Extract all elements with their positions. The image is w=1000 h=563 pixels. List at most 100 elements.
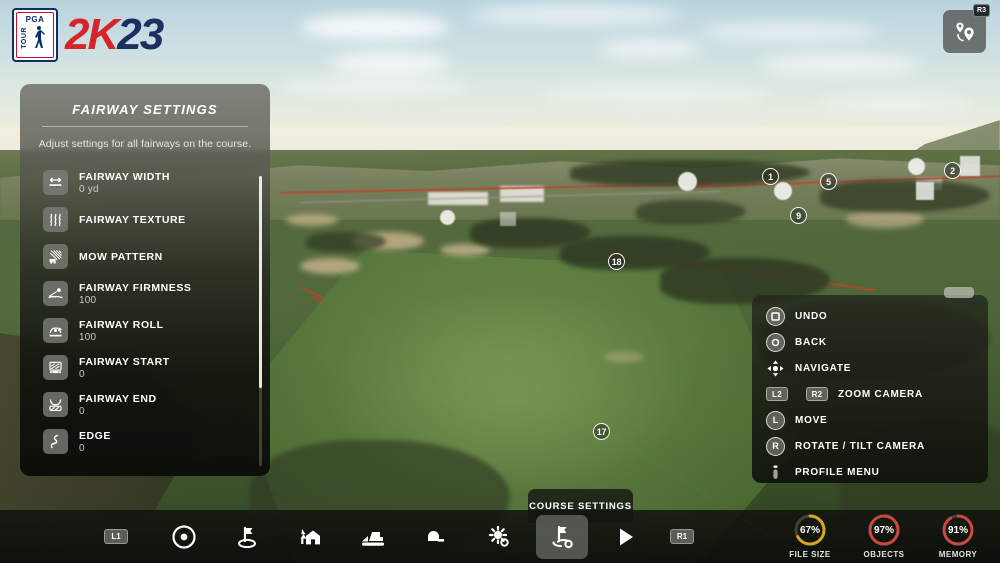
gauge-ring: 91% bbox=[941, 513, 975, 547]
control-hint-undo: UNDO bbox=[752, 303, 988, 329]
cloud bbox=[820, 96, 970, 112]
right-bumper-hint: R1 bbox=[662, 515, 702, 559]
button-r2[interactable]: R2 bbox=[806, 387, 828, 401]
placed-object[interactable] bbox=[440, 210, 455, 225]
toolbar-items: L1 R1 bbox=[96, 510, 713, 563]
gauge-label: OBJECTS bbox=[863, 550, 905, 559]
hole-marker-18[interactable]: 18 bbox=[608, 253, 625, 270]
r1-button[interactable]: R1 bbox=[670, 529, 694, 544]
setting-text: FAIRWAY END 0 bbox=[79, 393, 157, 417]
setting-row-fairway-start[interactable]: FAIRWAY START 0 bbox=[20, 349, 270, 386]
setting-text: MOW PATTERN bbox=[79, 251, 163, 263]
setting-text: FAIRWAY FIRMNESS 100 bbox=[79, 282, 191, 306]
pga-tour-badge: PGA TOUR bbox=[12, 8, 58, 62]
setting-label: MOW PATTERN bbox=[79, 250, 163, 263]
button-l2[interactable]: L2 bbox=[766, 387, 788, 401]
game-logo: PGA TOUR 2K23 bbox=[12, 8, 164, 62]
panel-title: FAIRWAY SETTINGS bbox=[72, 102, 218, 117]
toolbar-item-weather[interactable] bbox=[473, 515, 525, 559]
setting-row-edge[interactable]: EDGE 0 bbox=[20, 423, 270, 460]
fairway-settings-panel[interactable]: FAIRWAY SETTINGS Adjust settings for all… bbox=[20, 84, 270, 476]
bottom-toolbar: L1 R1 67% FILE SIZE 97% OBJECTS 91% MEMO… bbox=[0, 510, 1000, 563]
minimap-button[interactable]: R3 bbox=[943, 4, 990, 53]
setting-row-fairway-firmness[interactable]: FAIRWAY FIRMNESS 100 bbox=[20, 275, 270, 312]
toolbar-item-trees-house[interactable] bbox=[284, 515, 336, 559]
setting-text: FAIRWAY START 0 bbox=[79, 356, 170, 380]
placed-object[interactable] bbox=[774, 182, 792, 200]
panel-scrollbar-track[interactable] bbox=[259, 176, 262, 466]
hole-marker-5[interactable]: 5 bbox=[820, 173, 837, 190]
logo-text: 2K23 bbox=[65, 10, 164, 59]
setting-label: FAIRWAY ROLL bbox=[79, 318, 164, 331]
setting-label: EDGE bbox=[79, 429, 111, 442]
control-hint-label: ROTATE / TILT CAMERA bbox=[795, 440, 925, 452]
button-circle[interactable] bbox=[766, 332, 785, 352]
setting-label: FAIRWAY WIDTH bbox=[79, 170, 170, 183]
bunker bbox=[300, 258, 360, 274]
setting-value: 0 yd bbox=[79, 183, 99, 195]
settings-list: FAIRWAY WIDTH 0 yd FAIRWAY TEXTURE MOW PATT… bbox=[20, 162, 270, 460]
setting-row-fairway-roll[interactable]: FAIRWAY ROLL 100 bbox=[20, 312, 270, 349]
hole-marker-1[interactable]: 1 bbox=[762, 168, 779, 185]
control-hint-label: UNDO bbox=[795, 310, 828, 322]
weather-sun-icon bbox=[488, 525, 509, 547]
setting-row-fairway-width[interactable]: FAIRWAY WIDTH 0 yd bbox=[20, 164, 270, 201]
course-settings-flag-gear-icon bbox=[552, 525, 573, 548]
setting-label: FAIRWAY START bbox=[79, 355, 170, 368]
button-r-stick[interactable]: R bbox=[766, 436, 785, 456]
fairway-end-icon bbox=[43, 392, 68, 417]
hole-marker-2[interactable]: 2 bbox=[944, 162, 961, 179]
cloud bbox=[470, 4, 680, 26]
setting-value: 0 bbox=[79, 405, 85, 417]
button-square[interactable] bbox=[766, 306, 785, 326]
gauge-value: 67% bbox=[799, 524, 820, 536]
placed-object[interactable] bbox=[678, 172, 697, 191]
setting-row-mow-pattern[interactable]: MOW PATTERN bbox=[20, 238, 270, 275]
bunker-icon bbox=[428, 530, 444, 542]
setting-value: 100 bbox=[79, 294, 97, 306]
minimap-button-badge: R3 bbox=[973, 4, 990, 17]
cloud bbox=[540, 86, 770, 102]
control-hint-label: PROFILE MENU bbox=[795, 466, 880, 478]
setting-value: 0 bbox=[79, 368, 85, 380]
placed-object[interactable] bbox=[916, 182, 934, 200]
panel-handle[interactable] bbox=[944, 287, 974, 298]
gauge-file-size: 67% FILE SIZE bbox=[782, 513, 838, 559]
control-hint-label: BACK bbox=[795, 336, 827, 348]
placed-object[interactable] bbox=[500, 212, 516, 226]
hole-marker-9[interactable]: 9 bbox=[790, 207, 807, 224]
l1-button[interactable]: L1 bbox=[104, 529, 128, 544]
green-flag-icon bbox=[238, 526, 256, 548]
toolbar-item-play[interactable] bbox=[599, 515, 651, 559]
toolbar-item-course-settings[interactable] bbox=[536, 514, 588, 559]
cloud bbox=[700, 22, 880, 42]
gauge-label: FILE SIZE bbox=[789, 550, 831, 559]
gauge-ring: 67% bbox=[793, 513, 827, 547]
trees-house-icon bbox=[300, 528, 320, 544]
placed-object[interactable] bbox=[908, 158, 925, 175]
fairway-start-icon bbox=[43, 355, 68, 380]
control-hint-back: BACK bbox=[752, 329, 988, 355]
toolbar-item-bunker[interactable] bbox=[410, 515, 462, 559]
cloud bbox=[280, 78, 470, 96]
fairway-texture-icon bbox=[43, 207, 68, 232]
control-hint-rotate-tilt-camera: R ROTATE / TILT CAMERA bbox=[752, 433, 988, 459]
bunker bbox=[440, 244, 490, 256]
touchpad-icon[interactable] bbox=[766, 463, 785, 482]
placed-object[interactable] bbox=[960, 156, 980, 176]
control-hint-move: L MOVE bbox=[752, 407, 988, 433]
setting-text: FAIRWAY WIDTH 0 yd bbox=[79, 171, 170, 195]
panel-scrollbar-thumb[interactable] bbox=[259, 176, 262, 388]
control-hint-label: NAVIGATE bbox=[795, 362, 852, 374]
button-l-stick[interactable]: L bbox=[766, 410, 785, 430]
setting-row-fairway-texture[interactable]: FAIRWAY TEXTURE bbox=[20, 201, 270, 238]
hole-marker-17[interactable]: 17 bbox=[593, 423, 610, 440]
toolbar-item-green-flag[interactable] bbox=[221, 515, 273, 559]
dpad-icon[interactable] bbox=[766, 359, 785, 378]
setting-row-fairway-end[interactable]: FAIRWAY END 0 bbox=[20, 386, 270, 423]
game-screen: 1 5 2 9 18 17 PGA TOUR 2K23 R3 FAIRWAY SETTIN… bbox=[0, 0, 1000, 563]
toolbar-item-ball-target[interactable] bbox=[158, 515, 210, 559]
edge-icon bbox=[43, 429, 68, 454]
toolbar-item-bulldozer[interactable] bbox=[347, 515, 399, 559]
gauge-objects: 97% OBJECTS bbox=[856, 513, 912, 559]
